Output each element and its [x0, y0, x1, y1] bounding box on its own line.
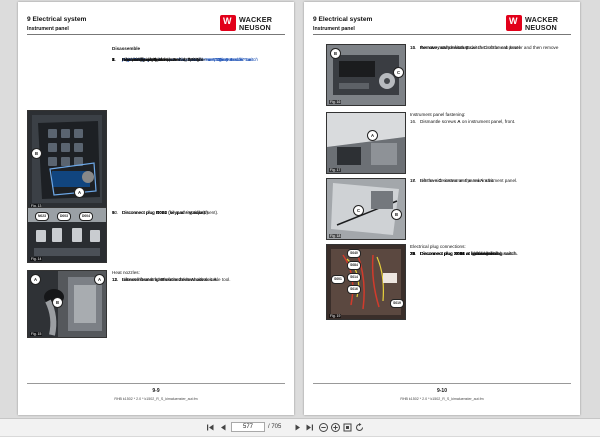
- step-line: 10. Disconnect plug D004 (keypad - option…: [112, 210, 206, 216]
- last-page-icon[interactable]: [304, 422, 315, 433]
- callout-c: C: [353, 205, 364, 216]
- step-text: the rotary switch from under the instrum…: [420, 45, 522, 50]
- viewer-toolbar: / 705: [0, 418, 600, 436]
- first-page-icon[interactable]: [205, 422, 216, 433]
- page-number-input[interactable]: [231, 422, 265, 432]
- wacker-neuson-logo: W WACKER NEUSON: [220, 14, 286, 32]
- document-viewer: 9 Electrical system Instrument panel W W…: [0, 0, 600, 418]
- figure-label: Fig. 15: [30, 332, 43, 336]
- figure-19: S040 S084 S014 S016 S001 S019 Fig. 19: [326, 244, 406, 320]
- header-rule: [313, 34, 571, 35]
- callout-s019: S019: [390, 299, 404, 308]
- prev-page-icon[interactable]: [218, 422, 229, 433]
- figure-label: Fig. 17: [329, 168, 342, 172]
- figure-17: A Fig. 17: [326, 112, 406, 174]
- callout-b: B: [391, 209, 402, 220]
- step-text: at air conditioning switch.: [464, 251, 518, 256]
- electrical-heading: Electrical plug connections:: [410, 244, 466, 249]
- step-line: 7. Lift control unit B and place it to th…: [112, 57, 205, 63]
- step-text: and place it to the side.: [156, 57, 206, 62]
- step-number: 18.: [410, 178, 417, 183]
- step-number: 10.: [112, 210, 119, 215]
- figure-label: Fig. 16: [329, 100, 342, 104]
- callout-s084: S084: [347, 261, 361, 270]
- callout-s040: S040: [347, 249, 361, 258]
- step-number: 25.: [410, 251, 417, 256]
- rotate-icon[interactable]: [354, 422, 365, 433]
- callout-d004: D004: [79, 212, 93, 221]
- next-page-icon[interactable]: [292, 422, 303, 433]
- figure-label: Fig. 18: [329, 234, 342, 238]
- figure-16: B C Fig. 16: [326, 44, 406, 106]
- step-text: Remove: [420, 178, 439, 183]
- figure-label: Fig. 14: [30, 257, 43, 261]
- callout-s016: S016: [347, 285, 361, 294]
- figure-15: A B A Fig. 15: [27, 270, 107, 338]
- step-key: S051: [453, 251, 465, 256]
- callout-s014: S014: [347, 273, 361, 282]
- figure-14: N023 D003 D004 Fig. 14: [27, 207, 107, 263]
- section-subtitle: Instrument panel: [313, 26, 355, 32]
- figure-label: Fig. 19: [329, 314, 342, 318]
- step-text: Lift control unit: [122, 57, 154, 62]
- callout-a: A: [74, 187, 85, 198]
- section-subtitle: Instrument panel: [27, 26, 69, 32]
- step-text: Disconnect plug: [420, 251, 454, 256]
- callout-c: C: [393, 67, 404, 78]
- page-footer: RHB k1502 * 2.0 * k1502_R_S_kimaluenster…: [400, 397, 484, 401]
- callout-d003: D003: [57, 212, 71, 221]
- zoom-out-icon[interactable]: [318, 422, 329, 433]
- step-number: 16.: [410, 119, 417, 124]
- fastening-heading: Instrument panel fastening:: [410, 112, 466, 117]
- page-total: / 705: [268, 424, 282, 430]
- step-line: 18. Remove C screws on the rear instrumen…: [410, 178, 517, 184]
- figure-13: B A Fig. 13: [27, 110, 107, 210]
- page-number: 9-10: [436, 388, 447, 394]
- callout-b: B: [330, 48, 341, 59]
- section-title: 9 Electrical system: [27, 16, 87, 23]
- page-number: 9-9: [152, 388, 160, 394]
- step-line: 16. Dismantle screws A on instrument pane…: [410, 119, 515, 125]
- step-text: Disconnect plug: [122, 210, 156, 215]
- callout-a: A: [94, 274, 105, 285]
- step-text: .: [216, 277, 219, 282]
- callout-s001: S001: [331, 275, 345, 284]
- step-text: on instrument panel, front.: [460, 119, 516, 124]
- page-9-9: 9 Electrical system Instrument panel W W…: [18, 2, 294, 415]
- wacker-neuson-logo: W WACKER NEUSON: [506, 14, 572, 32]
- fit-page-icon[interactable]: [342, 422, 353, 433]
- section-title: 9 Electrical system: [313, 16, 373, 23]
- step-line: the rotary switch from under the instrum…: [410, 45, 521, 51]
- page-footer: RHB k1502 * 2.0 * k1502_R_S_kimaluenster…: [114, 397, 198, 401]
- callout-b: B: [52, 297, 63, 308]
- step-text: (keypad - options).: [166, 210, 207, 215]
- callout-a: A: [30, 274, 41, 285]
- step-text: screws on the rear instrument panel.: [441, 178, 518, 183]
- step-line: 13. Remove heater hoses from the heat noz…: [112, 277, 218, 283]
- step-text: Remove heater hoses from the heat nozzle…: [122, 277, 214, 282]
- header-rule: [27, 34, 285, 35]
- callout-b: B: [31, 148, 42, 159]
- step-key: D004: [155, 210, 167, 215]
- callout-n023: N023: [35, 212, 49, 221]
- zoom-in-icon[interactable]: [330, 422, 341, 433]
- heat-nozzles-heading: Heat nozzles:: [112, 270, 140, 275]
- step-line: 25. Disconnect plug S051 at air condition…: [410, 251, 517, 257]
- page-9-10: 9 Electrical system Instrument panel W W…: [304, 2, 580, 415]
- step-number: 7.: [112, 57, 116, 62]
- step-number: 13.: [112, 277, 119, 282]
- figure-18: C B Fig. 18: [326, 178, 406, 240]
- callout-a: A: [367, 130, 378, 141]
- disassemble-heading: Disassemble: [112, 46, 141, 51]
- step-text: Dismantle screws: [420, 119, 458, 124]
